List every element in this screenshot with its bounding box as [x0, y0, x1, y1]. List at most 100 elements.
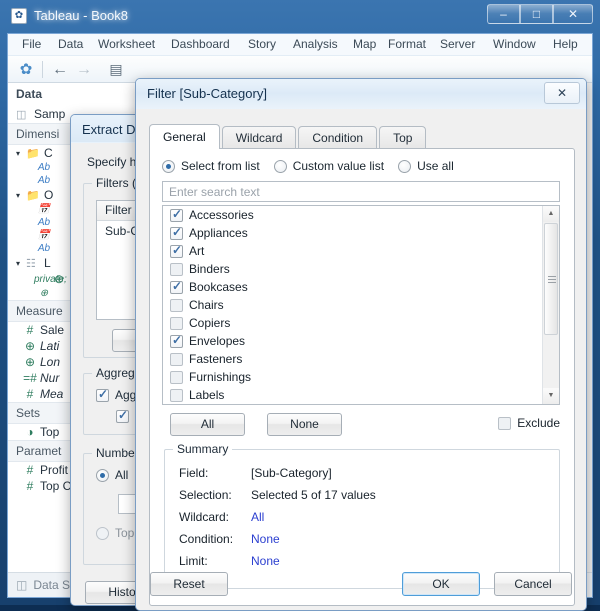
forward-arrow-icon[interactable]: → — [74, 60, 94, 79]
extract-aggregate-checkbox-row[interactable]: Agg — [96, 387, 136, 402]
summary-key: Selection: — [179, 488, 232, 502]
expand-triangle-icon[interactable]: ▾ — [16, 191, 26, 200]
list-item-label: Appliances — [189, 226, 248, 240]
save-icon[interactable]: ▤ — [106, 60, 126, 79]
measure-label: Sale — [40, 323, 65, 337]
filter-general-panel: Select from list Custom value list Use a… — [149, 148, 575, 606]
list-item-label: Labels — [189, 388, 225, 402]
filter-dialog-body: General Wildcard Condition Top Select fr… — [136, 109, 586, 610]
scrollbar-thumb[interactable] — [544, 223, 558, 335]
radio-icon[interactable] — [398, 159, 412, 173]
menu-dashboard[interactable]: Dashboard — [171, 37, 230, 51]
select-all-button[interactable]: All — [170, 413, 245, 436]
extract-rows-top-radio-row[interactable]: Top — [96, 526, 134, 540]
menu-map[interactable]: Map — [353, 37, 376, 51]
menu-server[interactable]: Server — [440, 37, 475, 51]
ok-button[interactable]: OK — [402, 572, 480, 596]
summary-key: Field: — [179, 466, 209, 480]
list-item[interactable]: Labels — [163, 386, 559, 404]
extract-rollup-checkbox-row[interactable] — [116, 408, 135, 423]
checkbox-icon[interactable] — [170, 316, 183, 330]
menu-story[interactable]: Story — [248, 37, 276, 51]
list-item[interactable]: Copiers — [163, 314, 559, 332]
radio-icon[interactable] — [273, 159, 287, 173]
checkbox-icon[interactable] — [116, 408, 129, 423]
checkbox-icon[interactable] — [170, 352, 183, 366]
checkbox-icon[interactable] — [170, 298, 183, 312]
menu-format[interactable]: Format — [388, 37, 426, 51]
menu-analysis[interactable]: Analysis — [293, 37, 338, 51]
search-input[interactable]: Enter search text — [162, 181, 560, 202]
checkbox-icon[interactable] — [170, 388, 183, 402]
datasource-label: Samp — [34, 107, 66, 121]
checkbox-icon[interactable] — [96, 387, 109, 402]
number-hash-icon: # — [26, 463, 34, 477]
checkbox-icon[interactable] — [170, 207, 183, 222]
list-item[interactable]: Art — [163, 242, 559, 260]
list-item[interactable]: Chairs — [163, 296, 559, 314]
reset-button[interactable]: Reset — [150, 572, 228, 596]
tab-general[interactable]: General — [149, 124, 220, 149]
list-item[interactable]: Appliances — [163, 224, 559, 242]
tableau-main-window: ✿ Tableau - Book8 – □ ✕ File Data Worksh… — [0, 0, 600, 611]
summary-value-link[interactable]: None — [251, 532, 280, 546]
scroll-up-arrow-icon[interactable]: ▲ — [543, 206, 559, 222]
checkbox-icon[interactable] — [170, 243, 183, 258]
radio-icon[interactable] — [162, 159, 175, 173]
expand-triangle-icon[interactable]: ▾ — [16, 149, 26, 158]
close-icon[interactable]: ✕ — [544, 82, 580, 104]
extract-filters-group-label: Filters ( — [92, 176, 140, 190]
close-window-button[interactable]: ✕ — [553, 4, 593, 24]
filter-values-list[interactable]: Accessories Appliances Art Binders — [162, 205, 560, 405]
radio-icon[interactable] — [96, 526, 109, 540]
tableau-home-icon[interactable]: ✿ — [16, 60, 36, 79]
checkbox-icon[interactable] — [498, 416, 512, 430]
list-item-label: Binders — [189, 262, 230, 276]
menu-file[interactable]: File — [22, 37, 41, 51]
scroll-down-arrow-icon[interactable]: ▼ — [543, 388, 559, 404]
extract-rows-all-label: All — [115, 468, 129, 482]
list-item[interactable]: Binders — [163, 260, 559, 278]
tab-condition[interactable]: Condition — [298, 126, 378, 149]
list-item[interactable]: Envelopes — [163, 332, 559, 350]
radio-icon[interactable] — [96, 468, 109, 482]
minimize-button[interactable]: – — [487, 4, 520, 24]
radio-custom-value-list[interactable]: Custom value list — [273, 159, 384, 173]
tab-wildcard[interactable]: Wildcard — [221, 126, 297, 149]
dimension-folder-label: C — [44, 146, 53, 160]
radio-select-from-list[interactable]: Select from list — [162, 159, 260, 173]
list-item[interactable]: Bookcases — [163, 278, 559, 296]
menu-window[interactable]: Window — [493, 37, 536, 51]
back-arrow-icon[interactable]: ← — [50, 60, 70, 79]
globe-geo-icon: private; — [34, 273, 67, 285]
measure-label: Lon — [40, 355, 61, 369]
summary-value-link[interactable]: All — [251, 510, 264, 524]
checkbox-icon[interactable] — [170, 279, 183, 294]
cancel-button[interactable]: Cancel — [494, 572, 572, 596]
number-hash-icon: # — [26, 479, 34, 493]
tab-top[interactable]: Top — [379, 126, 427, 149]
list-item[interactable]: Fasteners — [163, 350, 559, 368]
radio-use-all[interactable]: Use all — [398, 159, 454, 173]
menu-worksheet[interactable]: Worksheet — [98, 37, 155, 51]
filter-dialog-titlebar: Filter [Sub-Category] ✕ — [136, 79, 586, 109]
menu-data[interactable]: Data — [58, 37, 83, 51]
extract-rows-all-radio-row[interactable]: All — [96, 468, 128, 482]
select-none-button[interactable]: None — [267, 413, 342, 436]
menu-help[interactable]: Help — [553, 37, 578, 51]
list-scrollbar[interactable]: ▲ ▼ — [542, 206, 559, 404]
list-item-label: Accessories — [189, 208, 254, 222]
exclude-checkbox-row[interactable]: Exclude — [498, 416, 560, 430]
list-item[interactable]: Accessories — [163, 206, 559, 224]
checkbox-icon[interactable] — [170, 333, 183, 348]
radio-use-all-label: Use all — [417, 159, 454, 173]
checkbox-icon[interactable] — [170, 225, 183, 240]
maximize-button[interactable]: □ — [520, 4, 553, 24]
checkbox-icon[interactable] — [170, 370, 183, 384]
expand-triangle-icon[interactable]: ▾ — [16, 259, 26, 268]
set-label: Top — [40, 425, 60, 439]
list-item[interactable]: Furnishings — [163, 368, 559, 386]
abc-text-icon: Ab — [37, 243, 51, 254]
checkbox-icon[interactable] — [170, 262, 183, 276]
number-hash-icon: # — [26, 323, 34, 337]
